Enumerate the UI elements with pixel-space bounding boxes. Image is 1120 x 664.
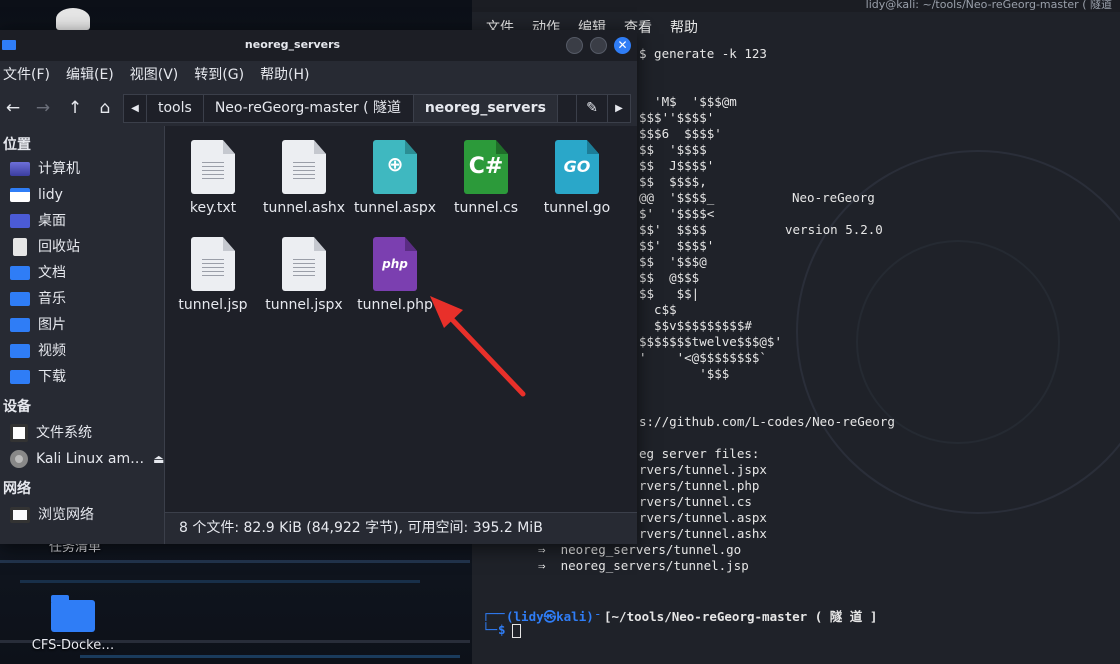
annotation-arrow (430, 296, 526, 397)
